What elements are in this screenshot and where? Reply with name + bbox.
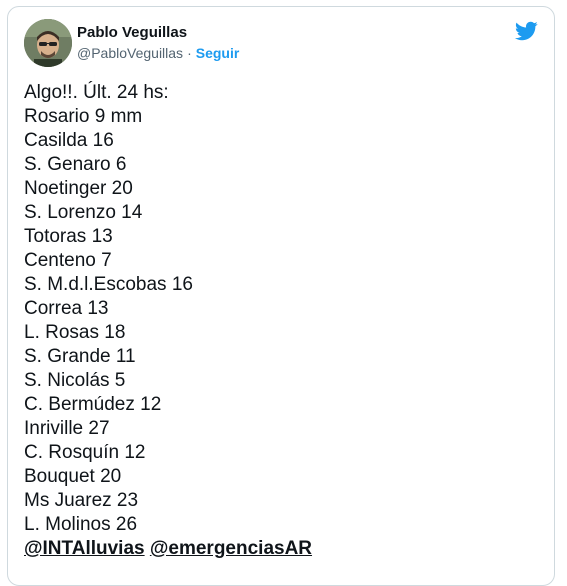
tweet-line: Correa 13 [24, 298, 109, 319]
tweet-card: Pablo Veguillas @PabloVeguillas · Seguir A… [7, 6, 555, 586]
mention-link[interactable]: @INTAlluvias [24, 538, 145, 559]
tweet-line: S. Genaro 6 [24, 154, 127, 175]
tweet-line: Rosario 9 mm [24, 106, 143, 127]
tweet-line: S. Lorenzo 14 [24, 202, 143, 223]
author-meta: @PabloVeguillas · Seguir [77, 45, 239, 61]
tweet-line: Inriville 27 [24, 418, 110, 439]
mentions-line: @INTAlluvias @emergenciasAR [24, 537, 544, 561]
tweet-line: C. Rosquín 12 [24, 442, 146, 463]
tweet-line: Centeno 7 [24, 250, 112, 271]
separator-dot: · [187, 45, 192, 61]
tweet-line: S. M.d.l.Escobas 16 [24, 274, 193, 295]
author-name[interactable]: Pablo Veguillas [77, 24, 187, 41]
avatar-image [24, 19, 72, 67]
tweet-text: Algo!!. Últ. 24 hs: Rosario 9 mm Casilda… [24, 81, 544, 561]
tweet-line: Casilda 16 [24, 130, 114, 151]
tweet-line: Totoras 13 [24, 226, 113, 247]
tweet-line: Algo!!. Últ. 24 hs: [24, 82, 169, 103]
tweet-line: S. Grande 11 [24, 346, 136, 367]
avatar[interactable] [24, 19, 72, 67]
tweet-line: L. Rosas 18 [24, 322, 126, 343]
tweet-line: Ms Juarez 23 [24, 490, 139, 511]
author-handle[interactable]: @PabloVeguillas [77, 45, 183, 61]
tweet-line: Bouquet 20 [24, 466, 122, 487]
twitter-bird-icon[interactable] [514, 19, 538, 43]
tweet-line: Noetinger 20 [24, 178, 133, 199]
tweet-line: L. Molinos 26 [24, 514, 138, 535]
tweet-line: C. Bermúdez 12 [24, 394, 162, 415]
tweet-line: S. Nicolás 5 [24, 370, 126, 391]
follow-button[interactable]: Seguir [196, 45, 240, 61]
mention-link[interactable]: @emergenciasAR [150, 538, 312, 559]
